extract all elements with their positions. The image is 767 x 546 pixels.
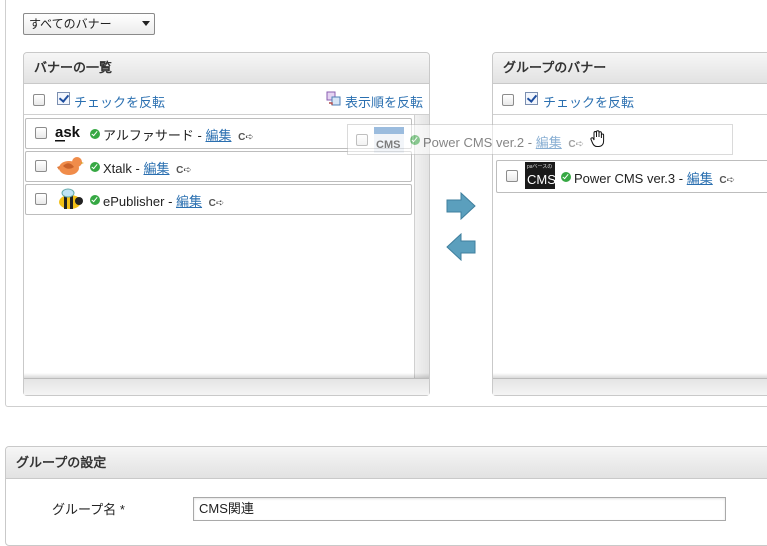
external-link-icon: C➪ <box>568 139 584 150</box>
banner-thumbnail: paベースの CMS <box>525 162 555 189</box>
bird-icon <box>57 157 84 175</box>
bee-icon <box>59 188 83 209</box>
external-link-icon[interactable]: C➪ <box>238 132 254 143</box>
banner-list-toolbar: チェックを反転 表示順を反転 <box>24 84 429 115</box>
separator: - <box>678 171 684 186</box>
banner-checkbox[interactable] <box>35 193 47 205</box>
banner-edit-link: 編集 <box>535 135 562 150</box>
status-published-icon <box>90 195 100 205</box>
banner-edit-link[interactable]: 編集 <box>144 161 170 176</box>
group-banner-scroll[interactable]: paベースの CMS Power CMS ver.3 - 編集 C➪ <box>493 115 767 395</box>
reverse-order-link[interactable]: 表示順を反転 <box>345 92 423 111</box>
banner-edit-link[interactable]: 編集 <box>205 128 231 143</box>
group-banner-panel: グループのバナー チェックを反転 paベースの CMS Power CMS ve… <box>492 52 767 396</box>
separator: - <box>135 161 140 176</box>
horizontal-scrollbar[interactable] <box>493 378 767 395</box>
toggle-check-link[interactable]: チェックを反転 <box>74 92 165 111</box>
group-name-input[interactable]: CMS関連 <box>193 497 726 521</box>
banner-checkbox[interactable] <box>506 170 518 182</box>
required-mark: * <box>119 502 125 517</box>
status-published-icon <box>90 129 100 139</box>
banner-checkbox <box>356 134 368 146</box>
select-all-checkbox[interactable] <box>502 94 514 106</box>
banner-name: Power CMS ver.3 <box>574 171 676 186</box>
banner-thumbnail: CMS <box>374 127 404 153</box>
banner-list-item: ePublisher - 編集 C➪ <box>25 184 412 215</box>
banner-checkbox[interactable] <box>35 127 47 139</box>
separator: - <box>197 128 202 143</box>
group-settings-title: グループの設定 <box>6 447 767 479</box>
reorder-icon <box>326 91 341 106</box>
external-link-icon[interactable]: C➪ <box>719 175 735 186</box>
banner-checkbox[interactable] <box>35 160 47 172</box>
banner-list-item: Xtalk - 編集 C➪ <box>25 151 412 182</box>
separator: - <box>168 194 173 209</box>
check-toggle-icon <box>57 92 70 105</box>
group-settings-panel: グループの設定 <box>5 446 767 546</box>
status-published-icon <box>410 135 420 145</box>
banner-filter-select[interactable]: すべてのバナー <box>23 13 155 35</box>
group-name-label: グループ名 * <box>52 502 125 517</box>
external-link-icon[interactable]: C➪ <box>209 198 225 209</box>
svg-text:paベースの: paベースの <box>527 164 552 170</box>
banner-name: Xtalk <box>103 161 132 176</box>
banner-name: Power CMS ver.2 <box>423 135 525 150</box>
banner-filter-value: すべてのバナー <box>29 17 112 31</box>
select-all-checkbox[interactable] <box>33 94 45 106</box>
chevron-down-icon <box>142 21 150 26</box>
svg-text:ask: ask <box>55 124 81 141</box>
banner-list-scroll[interactable]: ask アルファサード - 編集 C➪ Xtalk - 編集 C➪ ePubli… <box>24 115 429 395</box>
separator: - <box>527 135 533 150</box>
banner-list-title: バナーの一覧 <box>24 53 429 84</box>
hand-cursor-icon <box>590 130 605 147</box>
arrow-right-icon[interactable] <box>446 192 476 220</box>
banner-edit-link[interactable]: 編集 <box>176 194 202 209</box>
banner-thumbnail: ask <box>54 122 84 144</box>
status-published-icon <box>90 162 100 172</box>
group-banner-toolbar: チェックを反転 <box>493 84 767 115</box>
banner-edit-link[interactable]: 編集 <box>687 171 713 186</box>
svg-text:CMS: CMS <box>376 139 400 151</box>
banner-name: アルファサード <box>103 128 194 143</box>
check-toggle-icon <box>525 92 538 105</box>
group-banner-title: グループのバナー <box>493 53 767 84</box>
svg-text:CMS: CMS <box>527 172 555 187</box>
arrow-left-icon[interactable] <box>446 233 476 261</box>
horizontal-scrollbar[interactable] <box>24 378 429 395</box>
toggle-check-link[interactable]: チェックを反転 <box>543 92 634 111</box>
dragging-banner-item[interactable]: CMS Power CMS ver.2 - 編集 C➪ <box>347 124 733 155</box>
group-banner-item: paベースの CMS Power CMS ver.3 - 編集 C➪ <box>496 160 767 193</box>
banner-name: ePublisher <box>103 194 165 209</box>
banner-list-panel: バナーの一覧 チェックを反転 表示順を反転 ask アルファサード - 編集 C… <box>23 52 430 396</box>
external-link-icon[interactable]: C➪ <box>176 165 192 176</box>
status-published-icon <box>561 172 571 182</box>
